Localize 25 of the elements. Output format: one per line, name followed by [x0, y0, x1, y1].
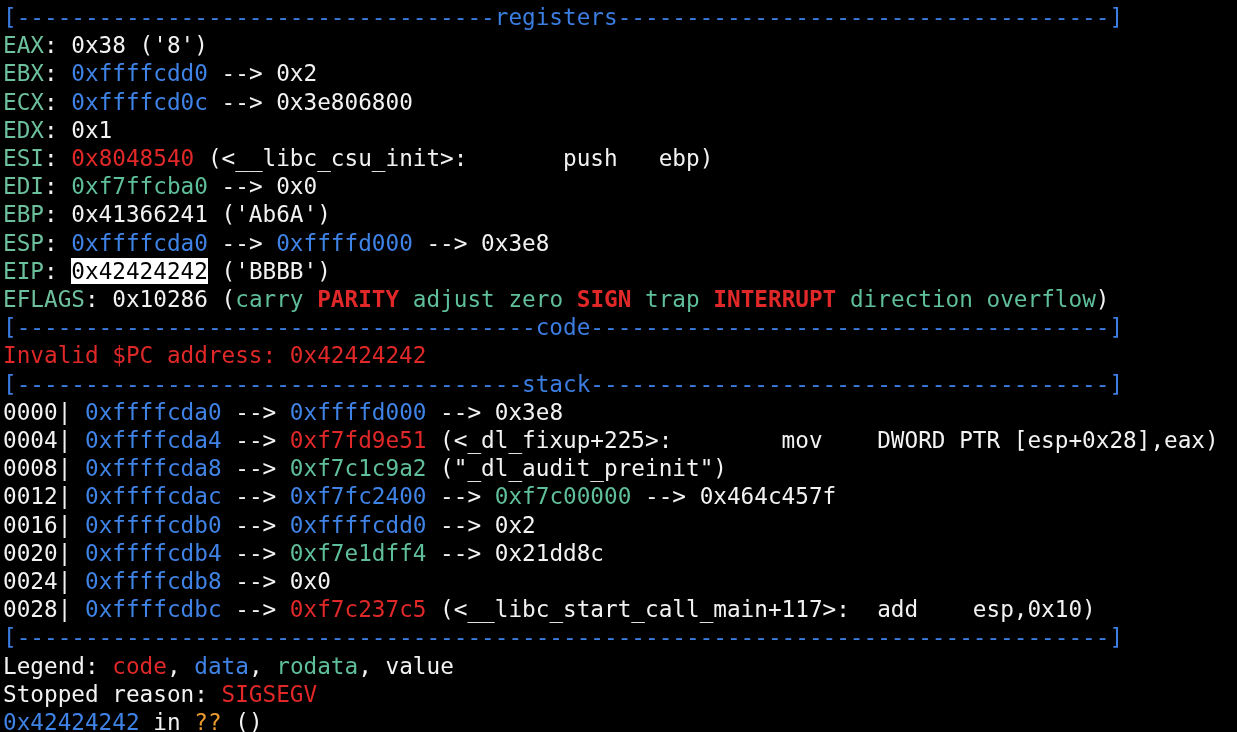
terminal-line: 0012| 0xffffcdac --> 0xf7fc2400 --> 0xf7c00000 --> 0x464c457f — [3, 482, 837, 511]
terminal-line: 0020| 0xffffcdb4 --> 0xf7e1dff4 --> 0x21dd8c — [3, 538, 605, 568]
terminal-line: 0000| 0xffffcda0 --> 0xffffd000 --> 0x3e8 — [3, 397, 564, 427]
terminal-line: ECX: 0xffffcd0c --> 0x3e806800 — [3, 87, 413, 116]
terminal-line: Stopped reason: SIGSEGV — [3, 679, 318, 709]
section-header-line: [--------------------------------------------------------------------------------] — [3, 623, 1124, 652]
terminal-line: EDI: 0xf7ffcba0 --> 0x0 — [3, 172, 318, 201]
section-header-line: [-------------------------------------stack--------------------------------------] — [3, 369, 1124, 398]
terminal-line: 0016| 0xffffcdb0 --> 0xffffcdd0 --> 0x2 — [3, 510, 536, 539]
terminal-line: ESP: 0xffffcda0 --> 0xffffd000 --> 0x3e8 — [3, 228, 550, 257]
terminal-line: 0004| 0xffffcda4 --> 0xf7fd9e51 (<_dl_fixup+225>: mov DWORD PTR [esp+0x28],eax) — [3, 426, 1219, 455]
terminal-line: Legend: code, data, rodata, value — [3, 651, 454, 680]
terminal-line: ESI: 0x8048540 (<__libc_csu_init>: push ebp) — [3, 144, 714, 173]
terminal-line: EFLAGS: 0x10286 (carry PARITY adjust zero SIGN trap INTERRUPT direction overflow) — [3, 285, 1110, 314]
section-header-line: [-----------------------------------registers------------------------------------] — [3, 3, 1124, 32]
terminal-line: EIP: 0x42424242 ('BBBB') — [3, 256, 331, 286]
terminal-line: 0024| 0xffffcdb8 --> 0x0 — [3, 567, 331, 596]
section-header-line: [--------------------------------------code--------------------------------------] — [3, 313, 1124, 342]
terminal-line: 0028| 0xffffcdbc --> 0xf7c237c5 (<__libc_start_call_main+117>: add esp,0x10) — [3, 595, 1096, 624]
terminal-line: EDX: 0x1 — [3, 115, 113, 144]
terminal-line: 0008| 0xffffcda8 --> 0xf7c1c9a2 ("_dl_audit_preinit") — [3, 454, 727, 483]
terminal-line: Invalid $PC address: 0x42424242 — [3, 341, 427, 370]
terminal-line: EBP: 0x41366241 ('Ab6A') — [3, 200, 331, 229]
terminal-line: EAX: 0x38 ('8') — [3, 31, 208, 60]
terminal-line: EBX: 0xffffcdd0 --> 0x2 — [3, 59, 318, 88]
